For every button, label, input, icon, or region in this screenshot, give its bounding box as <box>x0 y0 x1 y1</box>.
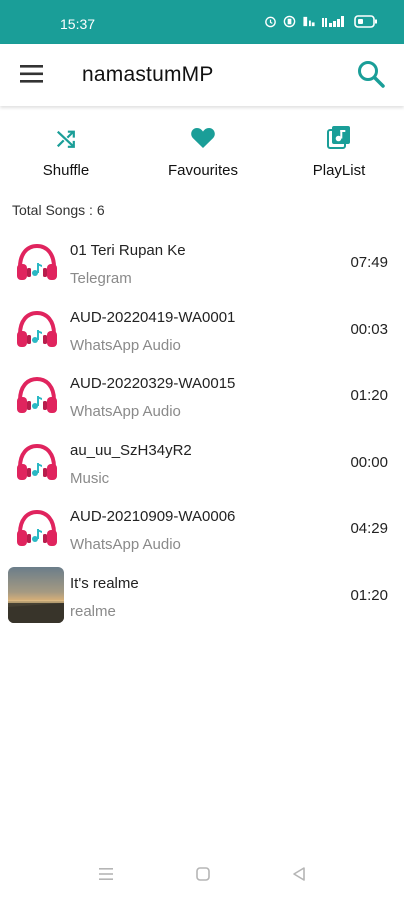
home-icon[interactable] <box>195 866 211 882</box>
headphones-icon <box>17 443 57 480</box>
vibrate-icon <box>283 15 296 28</box>
song-album: realme <box>70 602 116 620</box>
headphones-icon <box>17 376 57 413</box>
back-icon[interactable] <box>291 866 307 882</box>
song-item[interactable]: 01 Teri Rupan Ke Telegram 07:49 <box>0 232 404 299</box>
song-duration: 00:00 <box>350 453 388 471</box>
song-title: It's realme <box>70 574 139 592</box>
song-duration: 07:49 <box>350 254 388 271</box>
song-title: AUD-20210909-WA0006 <box>70 508 236 525</box>
shuffle-icon <box>56 130 75 148</box>
app-title: namastumMP <box>82 63 214 86</box>
song-title: au_uu_SzH34yR2 <box>70 441 192 459</box>
song-item[interactable]: au_uu_SzH34yR2 Music 00:00 <box>0 432 404 499</box>
headphones-icon <box>17 243 57 280</box>
song-album: WhatsApp Audio <box>70 403 181 420</box>
song-album: Music <box>70 469 110 487</box>
playlist-label: PlayList <box>312 162 366 179</box>
system-nav-bar <box>0 852 404 900</box>
song-album: WhatsApp Audio <box>70 336 181 354</box>
signal-icon <box>322 16 344 27</box>
song-item[interactable]: AUD-20220419-WA0001 WhatsApp Audio 00:03 <box>0 299 404 366</box>
song-title: 01 Teri Rupan Ke <box>70 242 186 259</box>
playlist-button[interactable]: PlayList <box>284 110 394 180</box>
song-item[interactable]: It's realme realme 01:20 <box>0 565 404 632</box>
favourites-label: Favourites <box>167 162 239 179</box>
action-row: Shuffle Favourites PlayList <box>0 110 404 180</box>
song-title: AUD-20220329-WA0015 <box>70 375 236 392</box>
song-list: 01 Teri Rupan Ke Telegram 07:49 AUD-2022… <box>0 232 404 631</box>
status-icons <box>264 15 378 28</box>
song-duration: 04:29 <box>350 520 388 537</box>
heart-icon <box>191 128 215 148</box>
headphones-icon <box>17 509 57 546</box>
album-art <box>8 566 64 623</box>
shuffle-label: Shuffle <box>42 162 90 179</box>
data-icon <box>303 16 315 27</box>
song-duration: 01:20 <box>350 387 388 404</box>
status-time: 15:37 <box>60 16 96 32</box>
favourites-button[interactable]: Favourites <box>148 110 258 180</box>
song-title: AUD-20220419-WA0001 <box>70 308 236 326</box>
battery-icon <box>354 15 377 28</box>
song-duration: 00:03 <box>350 320 388 338</box>
song-duration: 01:20 <box>350 586 388 604</box>
app-bar: namastumMP <box>0 44 404 106</box>
total-songs-count: Total Songs : 6 <box>12 202 105 218</box>
playlist-icon <box>327 126 350 149</box>
song-item[interactable]: AUD-20210909-WA0006 WhatsApp Audio 04:29 <box>0 498 404 565</box>
song-album: WhatsApp Audio <box>70 536 181 553</box>
alarm-icon <box>265 16 276 28</box>
search-icon[interactable] <box>356 59 386 89</box>
shuffle-button[interactable]: Shuffle <box>11 110 121 180</box>
recents-icon[interactable] <box>98 866 114 882</box>
menu-icon[interactable] <box>20 64 44 84</box>
headphones-icon <box>17 310 57 347</box>
song-item[interactable]: AUD-20220329-WA0015 WhatsApp Audio 01:20 <box>0 365 404 432</box>
song-album: Telegram <box>70 270 132 287</box>
status-bar: 15:37 <box>0 0 404 44</box>
